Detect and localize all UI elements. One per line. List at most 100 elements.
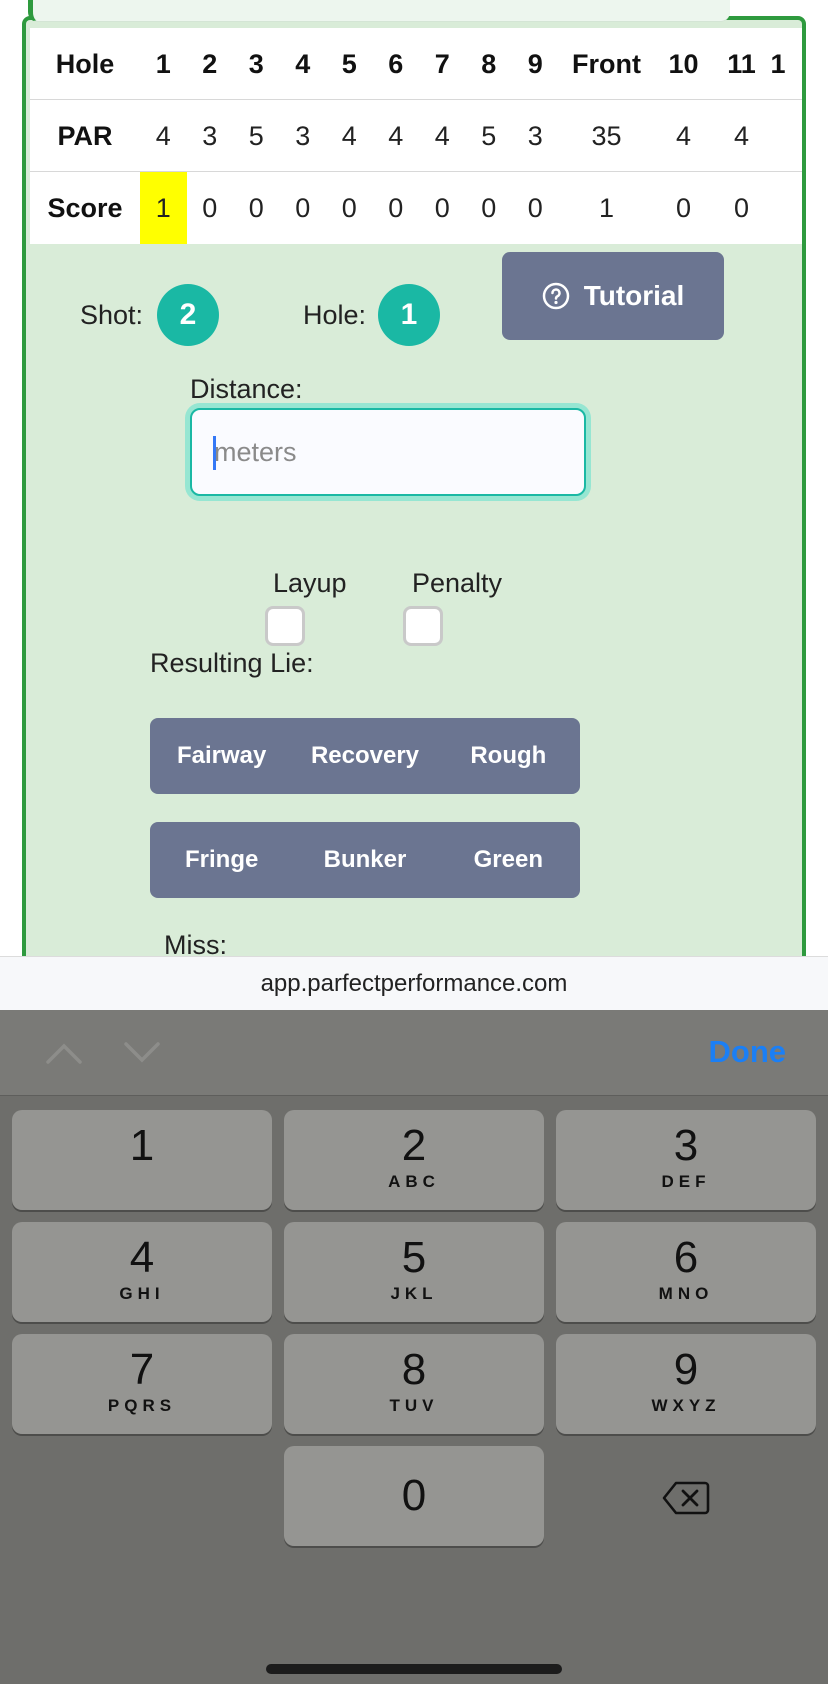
key-number: 1 [129, 1121, 155, 1170]
hole-label: Hole: [303, 300, 367, 330]
lie-fairway-button[interactable]: Fairway [150, 742, 293, 770]
key-5[interactable]: 5 JKL [284, 1222, 544, 1322]
delete-key[interactable] [556, 1448, 816, 1548]
par-cell: 3 [295, 120, 311, 151]
score-cell[interactable]: 0 [512, 172, 559, 244]
distance-input[interactable] [190, 408, 586, 496]
home-indicator[interactable] [266, 1664, 562, 1674]
chevron-up-icon[interactable] [44, 1040, 84, 1066]
key-number: 6 [673, 1233, 699, 1282]
key-6[interactable]: 6 MNO [556, 1222, 816, 1322]
lie-recovery-button[interactable]: Recovery [293, 742, 436, 770]
key-8[interactable]: 8 TUV [284, 1334, 544, 1434]
par-cell: PAR [57, 120, 113, 151]
tutorial-label: Tutorial [583, 280, 685, 311]
question-circle-icon [542, 282, 569, 310]
score-cell[interactable]: 0 [233, 172, 280, 244]
header-cell[interactable]: 8 [466, 28, 513, 100]
lie-green-button[interactable]: Green [437, 846, 580, 874]
resulting-lie-label: Resulting Lie: [150, 648, 314, 678]
score-cell[interactable]: 0 [187, 172, 234, 244]
score-cell-current[interactable]: 1 [140, 172, 187, 244]
key-2[interactable]: 2 ABC [284, 1110, 544, 1210]
key-number: 3 [673, 1121, 699, 1170]
header-cell: Hole [55, 48, 115, 79]
header-cell: Front [572, 48, 641, 79]
score-cell[interactable] [771, 172, 803, 244]
key-1[interactable]: 1 [12, 1110, 272, 1210]
header-cell[interactable]: 9 [512, 28, 559, 100]
layup-checkbox[interactable] [265, 606, 305, 646]
header-cell[interactable]: 4 [280, 28, 327, 100]
score-cell: Score [47, 193, 123, 223]
score-cell[interactable]: 0 [655, 172, 713, 244]
header-cell[interactable]: 2 [187, 28, 234, 100]
header-cell[interactable]: 1 [771, 28, 803, 100]
header-cell[interactable]: 1 [140, 28, 187, 100]
backspace-icon [662, 1481, 710, 1515]
par-cell: 4 [434, 120, 450, 151]
key-letters: PQRS [107, 1396, 177, 1415]
score-cell[interactable]: 0 [280, 172, 327, 244]
url-bar[interactable]: app.parfectperformance.com [0, 956, 828, 1010]
header-cell[interactable]: 11 [713, 28, 771, 100]
score-cell[interactable]: 0 [713, 172, 771, 244]
score-cell[interactable]: 0 [326, 172, 373, 244]
scorecard-par-row: PAR 4 3 5 3 4 4 4 5 3 35 4 4 [30, 100, 802, 172]
par-cell: 5 [481, 120, 497, 151]
par-cell: 4 [341, 120, 357, 151]
key-number: 4 [129, 1233, 155, 1282]
key-letters: DEF [661, 1172, 711, 1191]
lie-rough-button[interactable]: Rough [437, 742, 580, 770]
par-cell: 4 [675, 120, 692, 151]
shot-number-badge: 2 [157, 284, 219, 346]
penalty-checkbox[interactable] [403, 606, 443, 646]
lie-bunker-button[interactable]: Bunker [293, 846, 436, 874]
top-drawer-edge [28, 0, 730, 22]
text-caret [213, 436, 216, 470]
par-cell: 5 [248, 120, 264, 151]
scorecard-table: Hole 1 2 3 4 5 6 7 8 9 Front 10 11 1 PAR… [30, 28, 802, 244]
lie-button-row-1: Fairway Recovery Rough [150, 718, 580, 794]
key-number: 7 [129, 1345, 155, 1394]
header-cell[interactable]: 10 [655, 28, 713, 100]
penalty-label: Penalty [412, 568, 503, 598]
key-number: 0 [401, 1471, 427, 1520]
chevron-down-icon[interactable] [122, 1040, 162, 1066]
distance-label: Distance: [190, 374, 303, 404]
header-cell[interactable]: 3 [233, 28, 280, 100]
key-7[interactable]: 7 PQRS [12, 1334, 272, 1434]
par-cell: 4 [388, 120, 404, 151]
key-letters: GHI [119, 1284, 165, 1303]
key-letters: TUV [389, 1396, 439, 1415]
key-4[interactable]: 4 GHI [12, 1222, 272, 1322]
par-cell: 3 [527, 120, 543, 151]
lie-fringe-button[interactable]: Fringe [150, 846, 293, 874]
shot-label: Shot: [80, 300, 144, 330]
par-cell: 4 [155, 120, 171, 151]
layup-label: Layup [273, 568, 347, 598]
keyboard-accessory-bar: Done [0, 1010, 828, 1096]
score-cell[interactable]: 0 [466, 172, 513, 244]
scorecard-score-row: Score 1 0 0 0 0 0 0 0 0 1 0 0 [30, 172, 802, 244]
key-number: 8 [401, 1345, 427, 1394]
key-0[interactable]: 0 [284, 1446, 544, 1546]
done-button[interactable]: Done [709, 1034, 787, 1070]
score-cell[interactable]: 0 [373, 172, 420, 244]
key-3[interactable]: 3 DEF [556, 1110, 816, 1210]
key-letters: ABC [388, 1172, 440, 1191]
header-cell[interactable]: 5 [326, 28, 373, 100]
score-cell[interactable]: 0 [419, 172, 466, 244]
par-cell: 35 [591, 120, 622, 151]
score-cell: 1 [598, 193, 615, 223]
key-letters: MNO [658, 1284, 714, 1303]
header-cell[interactable]: 7 [419, 28, 466, 100]
key-letters: JKL [390, 1284, 438, 1303]
key-letters: WXYZ [651, 1396, 721, 1415]
tutorial-button[interactable]: Tutorial [502, 252, 724, 340]
header-cell[interactable]: 6 [373, 28, 420, 100]
key-9[interactable]: 9 WXYZ [556, 1334, 816, 1434]
hole-number-badge: 1 [378, 284, 440, 346]
scorecard-header-row: Hole 1 2 3 4 5 6 7 8 9 Front 10 11 1 [30, 28, 802, 100]
par-cell [771, 100, 803, 172]
